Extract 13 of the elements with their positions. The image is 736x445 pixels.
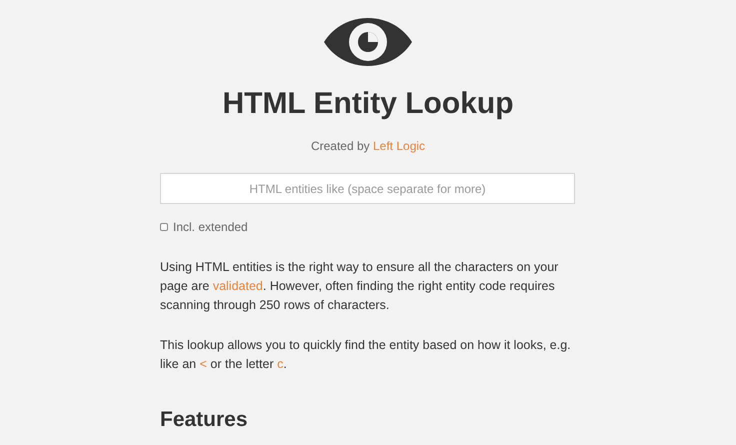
paragraph: This lookup allows you to quickly find the entity based on how it looks, e.g. like an < or the letter c. <box>160 337 572 373</box>
section-heading: Features <box>160 407 249 433</box>
paragraph: Using HTML entities is the right way to ensure all the characters on your page are validated. However, often finding the right entity code requires scanning through 250 rows of characters. <box>160 259 560 314</box>
credit-text: Created by Left Logic <box>310 138 426 155</box>
link[interactable]: < <box>200 357 207 371</box>
link[interactable]: validated <box>212 279 263 293</box>
page-title: HTML Entity Lookup <box>222 86 514 122</box>
checkbox[interactable] <box>160 223 168 231</box>
link[interactable]: c <box>277 357 284 371</box>
checkbox-label[interactable]: Incl. extended <box>173 218 248 236</box>
search-field[interactable]: HTML entities like (space separate for more) <box>160 173 575 204</box>
eye-icon <box>324 18 412 66</box>
link[interactable]: Left Logic <box>373 139 426 153</box>
